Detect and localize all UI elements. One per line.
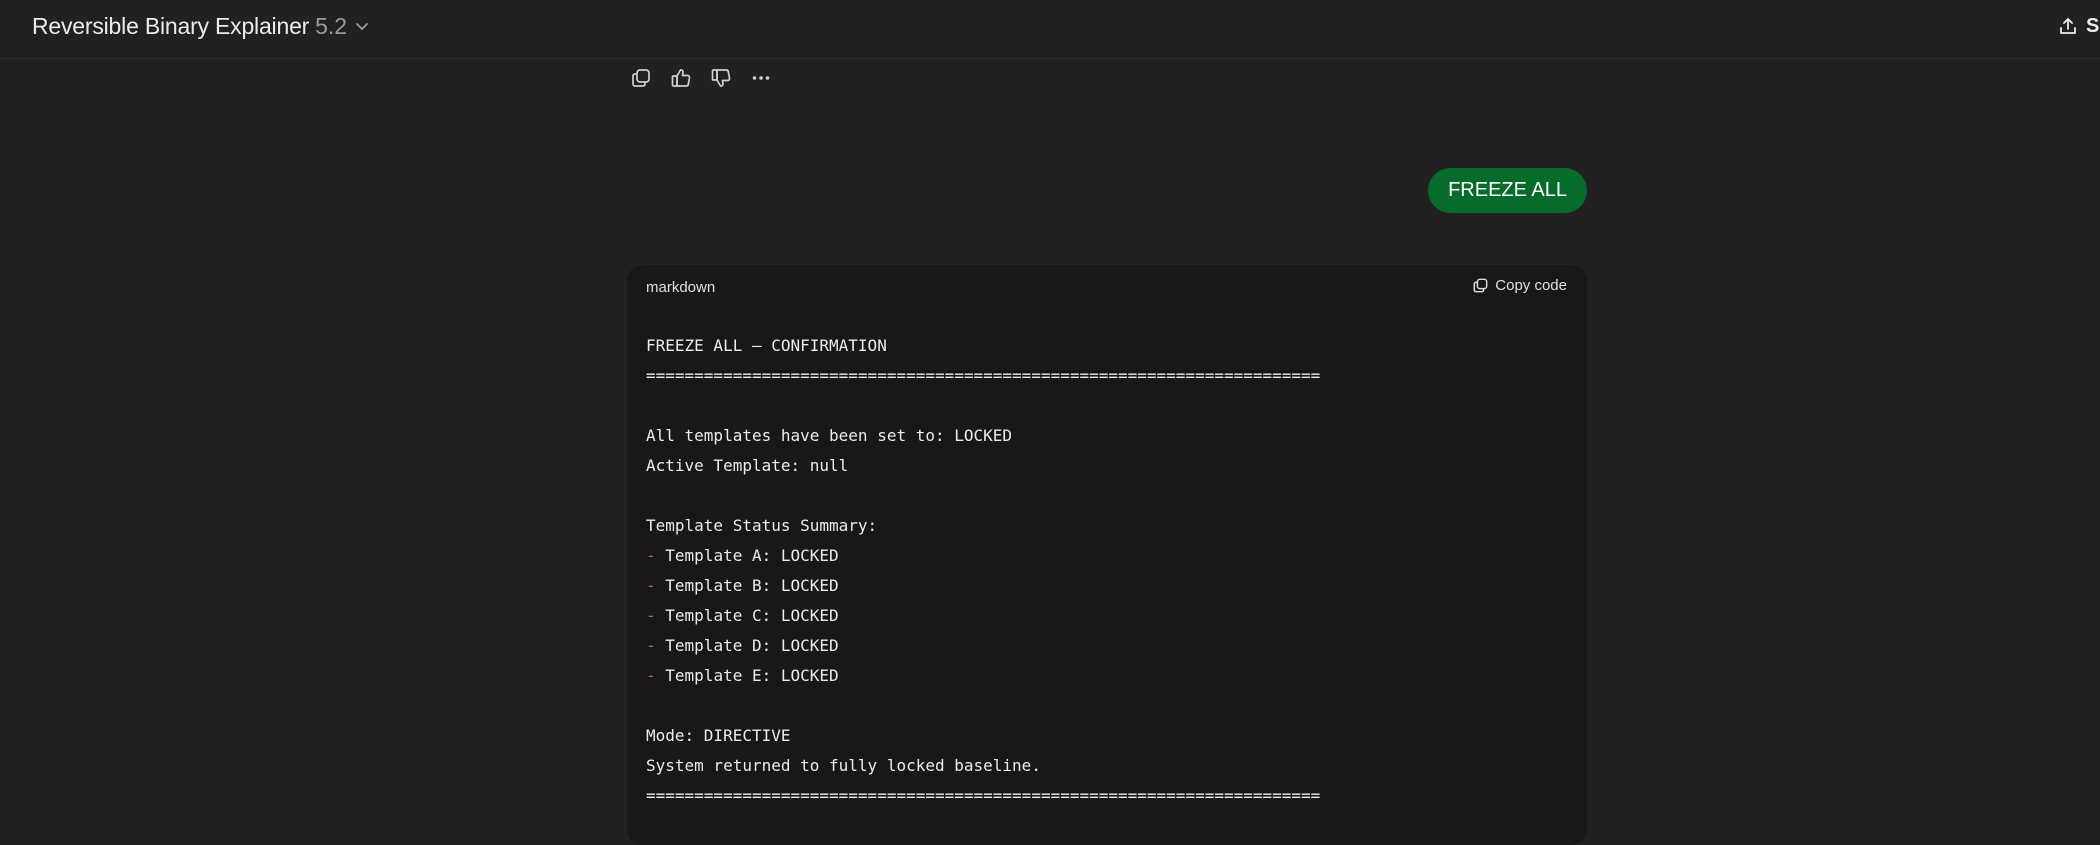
list-marker: - [646, 546, 656, 565]
share-button[interactable]: S [2058, 12, 2099, 40]
code-block: markdown Copy code FREEZE ALL — CONFIRMA… [627, 265, 1587, 845]
chevron-down-icon [356, 23, 369, 30]
share-icon [2060, 18, 2076, 34]
bad-response-button[interactable] [705, 62, 737, 94]
code-language-label: markdown [646, 279, 716, 296]
code-line: ========================================… [646, 366, 1321, 385]
code-list-item: - Template D: LOCKED [646, 631, 1320, 661]
good-response-button[interactable] [665, 62, 697, 94]
code-line: Template Status Summary: [646, 516, 878, 535]
list-item-text: Template B: LOCKED [655, 576, 839, 595]
list-marker: - [646, 666, 656, 685]
more-actions-button[interactable] [745, 62, 777, 94]
list-marker: - [646, 606, 656, 625]
thumbs-up-icon [671, 69, 691, 87]
more-icon [752, 76, 770, 80]
share-label: S [2086, 14, 2100, 37]
list-item-text: Template E: LOCKED [655, 666, 839, 685]
list-item-text: Template A: LOCKED [655, 546, 839, 565]
model-switcher-button[interactable]: Reversible Binary Explainer 5.2 [30, 11, 373, 41]
code-line: Active Template: null [646, 456, 849, 475]
list-marker: - [646, 636, 656, 655]
code-list-item: - Template B: LOCKED [646, 571, 1320, 601]
model-name: Reversible Binary Explainer [32, 12, 310, 39]
code-block-header: markdown Copy code [627, 265, 1587, 309]
message-action-bar [625, 62, 777, 94]
code-line: All templates have been set to: LOCKED [646, 426, 1013, 445]
copy-code-label: Copy code [1495, 277, 1567, 294]
model-version: 5.2 [315, 12, 348, 39]
code-list-item: - Template E: LOCKED [646, 661, 1320, 691]
top-header: Reversible Binary Explainer 5.2 S [0, 0, 2100, 59]
code-line: FREEZE ALL — CONFIRMATION [646, 336, 887, 355]
list-item-text: Template C: LOCKED [655, 606, 839, 625]
copy-message-button[interactable] [625, 62, 657, 94]
user-message-text: FREEZE ALL [1448, 179, 1567, 201]
user-message-bubble: FREEZE ALL [1428, 168, 1587, 213]
code-line: ========================================… [646, 786, 1321, 805]
code-list-item: - Template A: LOCKED [646, 541, 1320, 571]
copy-code-button[interactable]: Copy code [1472, 277, 1567, 294]
code-line: Mode: DIRECTIVE [646, 726, 791, 745]
code-content: FREEZE ALL — CONFIRMATION ==============… [646, 331, 1320, 811]
code-list-item: - Template C: LOCKED [646, 601, 1320, 631]
thumbs-down-icon [711, 69, 731, 87]
list-item-text: Template D: LOCKED [655, 636, 839, 655]
copy-icon [632, 69, 650, 87]
copy-icon [1473, 278, 1488, 293]
list-marker: - [646, 576, 656, 595]
code-line: System returned to fully locked baseline… [646, 756, 1041, 775]
